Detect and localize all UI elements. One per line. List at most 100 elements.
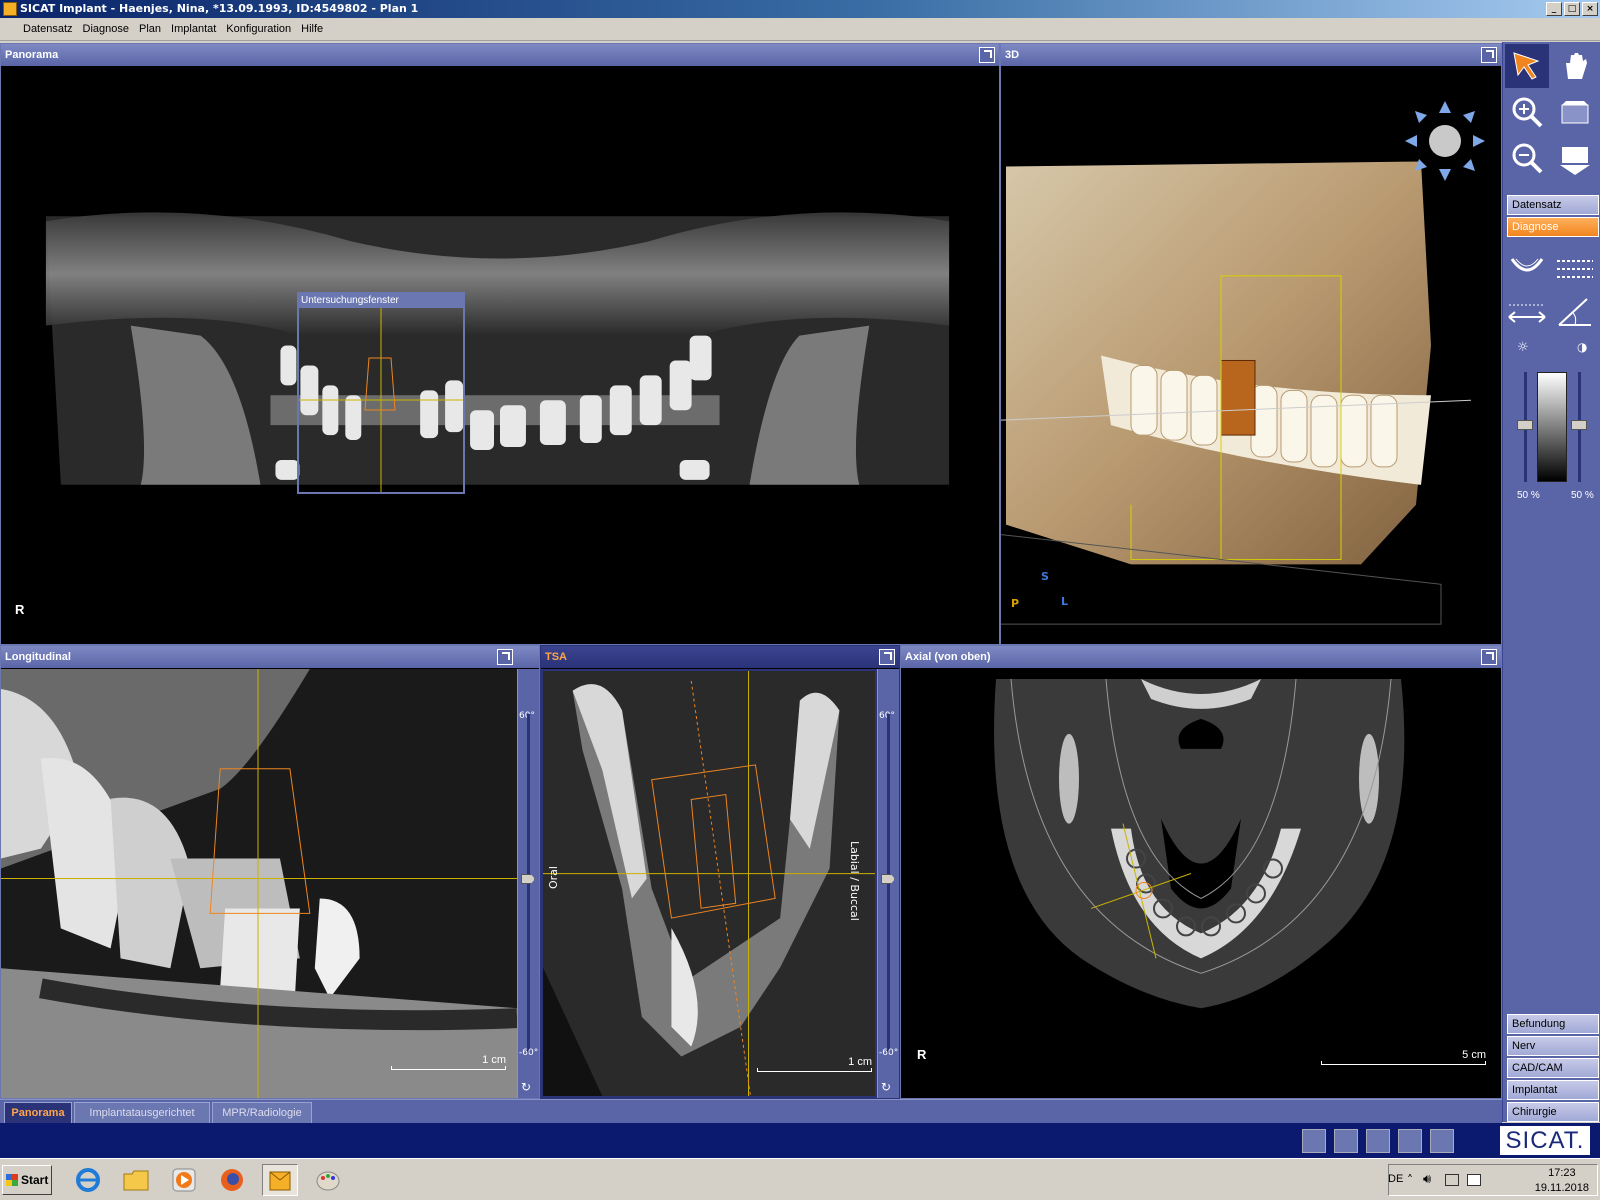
menu-hilfe[interactable]: Hilfe: [296, 23, 328, 35]
tsa-image[interactable]: Oral Labial / Buccal 1 cm: [541, 669, 877, 1098]
workspace-tab-bar: Panorama Implantatausgerichtet MPR/Radio…: [0, 1099, 1502, 1124]
longitudinal-image[interactable]: 1 cm: [1, 669, 517, 1098]
action-center-icon[interactable]: [1467, 1174, 1481, 1186]
grayscale-ramp: [1537, 372, 1567, 482]
firefox-icon[interactable]: [214, 1164, 250, 1196]
tab-mpr-radiologie[interactable]: MPR/Radiologie: [212, 1102, 312, 1124]
minimize-button[interactable]: _: [1546, 2, 1562, 16]
examination-window-title: Untersuchungsfenster: [299, 294, 463, 308]
angle-slider-thumb[interactable]: [881, 874, 895, 884]
maximize-view-button[interactable]: [1481, 47, 1497, 63]
title-bar: SICAT Implant - Haenjes, Nina, *13.09.19…: [0, 0, 1600, 18]
ruler-grid-icon[interactable]: [1553, 244, 1597, 288]
examination-window[interactable]: Untersuchungsfenster: [297, 292, 465, 494]
axial-title: Axial (von oben): [905, 651, 991, 663]
tab-implantat[interactable]: Implantat: [1507, 1080, 1599, 1100]
rotate-icon[interactable]: ↻: [881, 1080, 891, 1094]
maximize-view-button[interactable]: [879, 649, 895, 665]
tray-expand-icon[interactable]: ˄: [1407, 1173, 1413, 1187]
menu-implantat[interactable]: Implantat: [166, 23, 221, 35]
labial-buccal-label: Labial / Buccal: [848, 841, 861, 921]
scale-bar-label: 1 cm: [848, 1056, 872, 1068]
slice-up-icon[interactable]: [1553, 90, 1597, 134]
3d-orientation-widget[interactable]: [1403, 99, 1487, 183]
maximize-view-button[interactable]: [1481, 649, 1497, 665]
right-toolbar: Datensatz Diagnose ☼ ◑ 50 % 50 % Befundu…: [1502, 42, 1600, 1122]
sicat-logo: SICAT.: [1500, 1126, 1590, 1155]
layout-icon-2[interactable]: [1334, 1129, 1358, 1153]
axis-posterior-label: P: [1011, 597, 1020, 610]
menu-konfiguration[interactable]: Konfiguration: [221, 23, 296, 35]
zoom-in-icon[interactable]: [1505, 90, 1549, 134]
menu-diagnose[interactable]: Diagnose: [78, 23, 134, 35]
system-clock[interactable]: 17:23 19.11.2018: [1535, 1166, 1589, 1196]
brightness-icon: ☼: [1517, 340, 1529, 355]
internet-explorer-icon[interactable]: [70, 1164, 106, 1196]
media-player-icon[interactable]: [166, 1164, 202, 1196]
scale-bar-label: 5 cm: [1462, 1049, 1486, 1061]
3d-header: 3D: [1001, 44, 1501, 66]
close-button[interactable]: ×: [1582, 2, 1598, 16]
tab-chirurgie[interactable]: Chirurgie: [1507, 1102, 1599, 1122]
zoom-out-icon[interactable]: [1505, 136, 1549, 180]
tab-panorama[interactable]: Panorama: [4, 1102, 72, 1124]
3d-view[interactable]: 3D S P L: [1000, 43, 1502, 645]
tsa-view[interactable]: TSA Oral Labial / Buccal 1 cm -60° ↻: [540, 645, 900, 1099]
longitudinal-view[interactable]: Longitudinal 1 cm -60° ↻: [0, 645, 540, 1099]
contrast-value: 50 %: [1571, 490, 1594, 501]
layout-icon-4[interactable]: [1398, 1129, 1422, 1153]
tsa-ct-slice: [543, 671, 875, 1096]
layout-icon-1[interactable]: [1302, 1129, 1326, 1153]
scale-bar: 1 cm: [391, 1054, 506, 1070]
contrast-slider-thumb[interactable]: [1571, 420, 1587, 430]
distance-measure-icon[interactable]: [1505, 290, 1549, 334]
volume-icon[interactable]: 🔊︎: [1423, 1172, 1431, 1187]
angle-slider[interactable]: 60° -60° ↻: [517, 669, 539, 1098]
angle-min-label: -60°: [519, 1048, 539, 1058]
layout-icon-5[interactable]: [1430, 1129, 1454, 1153]
panorama-image[interactable]: Untersuchungsfenster R: [1, 67, 999, 644]
tab-befundung[interactable]: Befundung: [1507, 1014, 1599, 1034]
window-title: SICAT Implant - Haenjes, Nina, *13.09.19…: [20, 2, 419, 15]
3d-render[interactable]: S P L: [1001, 67, 1501, 644]
rotate-icon[interactable]: ↻: [521, 1080, 531, 1094]
longitudinal-title: Longitudinal: [5, 651, 71, 663]
panorama-view[interactable]: Panorama Untersuchungsfenster R: [0, 43, 1000, 645]
scale-bar-line: [757, 1068, 872, 1072]
select-arrow-icon[interactable]: [1505, 44, 1549, 88]
maximize-view-button[interactable]: [497, 649, 513, 665]
menu-datensatz[interactable]: Datensatz: [18, 23, 78, 35]
tab-nerv[interactable]: Nerv: [1507, 1036, 1599, 1056]
oral-label: Oral: [547, 866, 560, 889]
brightness-slider-thumb[interactable]: [1517, 420, 1533, 430]
tab-cad-cam[interactable]: CAD/CAM: [1507, 1058, 1599, 1078]
pan-hand-icon[interactable]: [1553, 44, 1597, 88]
panorama-curve-icon[interactable]: [1505, 244, 1549, 288]
sicat-taskbar-icon[interactable]: [262, 1164, 298, 1196]
menu-plan[interactable]: Plan: [134, 23, 166, 35]
tab-diagnose[interactable]: Diagnose: [1507, 217, 1599, 237]
examination-crosshair: [299, 308, 463, 492]
axial-view[interactable]: Axial (von oben) R 5 cm: [900, 645, 1502, 1099]
scale-bar: 5 cm: [1321, 1049, 1486, 1065]
brightness-value: 50 %: [1517, 490, 1540, 501]
tab-implantatausgerichtet[interactable]: Implantatausgerichtet: [74, 1102, 210, 1124]
layout-icon-3[interactable]: [1366, 1129, 1390, 1153]
angle-slider[interactable]: 60° -60° ↻: [877, 669, 899, 1098]
slice-down-icon[interactable]: [1553, 136, 1597, 180]
file-explorer-icon[interactable]: [118, 1164, 154, 1196]
sicat-implant-window: SICAT Implant - Haenjes, Nina, *13.09.19…: [0, 0, 1600, 1200]
angle-measure-icon[interactable]: [1553, 290, 1597, 334]
axial-image[interactable]: R 5 cm: [901, 669, 1501, 1098]
tab-datensatz[interactable]: Datensatz: [1507, 195, 1599, 215]
angle-slider-thumb[interactable]: [521, 874, 535, 884]
axis-left-label: L: [1061, 595, 1069, 608]
maximize-button[interactable]: □: [1564, 2, 1580, 16]
network-icon[interactable]: [1445, 1174, 1459, 1186]
maximize-view-button[interactable]: [979, 47, 995, 63]
paint-icon[interactable]: [310, 1164, 346, 1196]
windows-taskbar: Start DE ˄ 🔊︎ 17:23 19.11.2018: [0, 1158, 1600, 1200]
start-button[interactable]: Start: [2, 1165, 52, 1195]
tsa-title: TSA: [545, 651, 567, 663]
axial-header: Axial (von oben): [901, 646, 1501, 668]
